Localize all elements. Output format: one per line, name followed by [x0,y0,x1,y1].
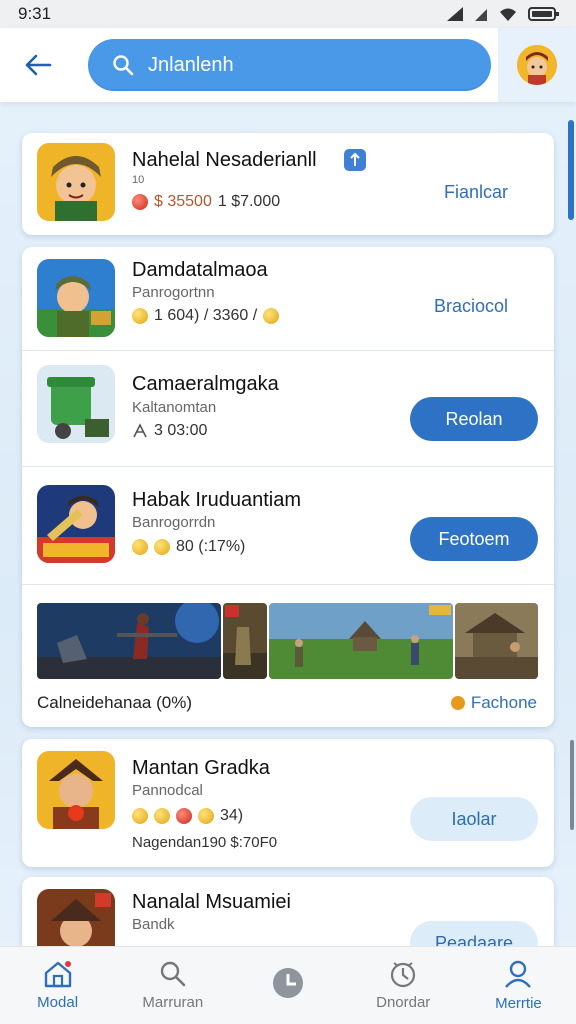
app-icon [37,143,115,221]
status-icons [446,6,560,22]
search-bar[interactable]: Jnlanlenh [88,39,491,91]
app-meta-text: 3 03:00 [154,422,208,439]
list-item[interactable]: Habak Iruduantiam Banrogorrdn 80 (:17%) … [22,467,554,585]
gallery-action-label: Fachone [470,693,537,712]
back-arrow-icon [25,54,52,76]
app-meta-text: 34) [220,807,244,824]
app-meta-rest: 1 $7.000 [217,193,281,210]
gallery-caption: Calneidehanaa (0%) [37,693,192,712]
avatar [517,45,557,85]
search-icon [160,961,186,987]
app-meta: 1 604) / 3360 / [132,307,280,325]
app-list-group: Damdatalmaoa Panrogortnn 1 604) / 3360 /… [22,247,554,727]
gallery-screenshot[interactable] [455,603,538,679]
app-title: Nanalal Msuamiei [132,891,291,913]
status-bar: 9:31 [0,0,576,28]
app-title: Damdatalmaoa [132,259,268,281]
status-time: 9:31 [18,4,52,23]
app-meta: 3 03:00 [132,422,207,440]
app-title: Mantan Gradka [132,757,270,779]
app-subtitle: Bandk [132,916,175,933]
coin-icon [154,539,170,555]
nav-item-calendar[interactable]: Dnordar [346,947,461,1024]
app-action-link[interactable]: Braciocol [434,296,508,317]
coin-icon [176,808,192,824]
bottom-nav: Modal Marruran Dnordar Merrtie [0,946,576,1024]
nav-item-center[interactable] [230,947,345,1024]
scrollbar-thumb-secondary[interactable] [570,740,574,830]
app-card[interactable]: Mantan Gradka Pannodcal 34) Nagendan190 … [22,739,554,867]
coin-icon [132,308,148,324]
nav-item-search[interactable]: Marruran [115,947,230,1024]
app-meta-text: 80 (:17%) [176,538,246,555]
app-subtitle: Pannodcal [132,782,203,799]
nav-label: Dnordar [376,994,431,1011]
coin-icon [132,539,148,555]
app-subtitle: Kaltanomtan [132,399,217,416]
app-action-link[interactable]: Fianlcar [444,182,508,203]
app-meta: 34) [132,807,243,825]
app-subtitle: Banrogorrdn [132,514,216,531]
screenshot-gallery: Calneidehanaa (0%) Fachone [22,585,554,727]
app-icon [37,751,115,829]
scrollbar-thumb[interactable] [568,120,574,220]
list-item[interactable]: Damdatalmaoa Panrogortnn 1 604) / 3360 /… [22,247,554,351]
gallery-action[interactable]: Fachone [450,693,537,713]
app-title: Nahelal Nesaderianll [132,149,317,171]
gallery-screenshot[interactable] [269,603,453,679]
signal2-icon [475,9,487,21]
search-input[interactable]: Jnlanlenh [148,54,234,77]
gallery-screenshot[interactable] [223,603,267,679]
app-meta-text: 1 604) / 3360 / [154,307,258,324]
price-tag-icon [132,194,148,210]
app-title: Camaeralmgaka [132,373,279,395]
list-item[interactable]: Camaeralmgaka Kaltanomtan 3 03:00 Reolan [22,351,554,467]
app-meta-secondary: Nagendan190 $:70F0 [132,834,278,851]
coin-icon [263,308,280,324]
app-subtitle: Panrogortnn [132,284,215,301]
nav-label: Merrtie [495,995,542,1012]
play-icon [450,696,465,710]
wifi-icon [500,8,516,21]
app-action-button[interactable]: Feotoem [410,517,538,561]
nav-label: Modal [37,994,79,1011]
app-action-button[interactable]: Reolan [410,397,538,441]
coin-icon [132,808,148,824]
back-button[interactable] [20,48,56,82]
coin-icon [154,808,170,824]
clock-icon [273,967,303,998]
nav-label: Marruran [142,994,204,1011]
avatar-button[interactable] [498,28,576,102]
battery-icon [528,7,559,21]
nav-item-profile[interactable]: Merrtie [461,947,576,1024]
gallery-screenshot[interactable] [37,603,221,679]
profile-icon [505,960,532,988]
app-title: Habak Iruduantiam [132,489,301,511]
sparkle-icon [133,423,147,438]
app-subtitle: 10 [132,174,145,186]
coin-icon [198,808,214,824]
verified-badge-icon [344,149,366,171]
app-icon [37,259,115,337]
app-price: $ 35500 [154,193,212,210]
app-action-button[interactable]: Iaolar [410,797,538,841]
home-icon [44,961,71,988]
app-meta: 80 (:17%) [132,538,245,556]
calendar-icon [391,962,416,988]
top-bar: Jnlanlenh [0,28,576,102]
signal-icon [447,7,463,21]
app-meta: $ 35500 1 $7.000 [132,193,280,211]
app-icon [37,485,115,563]
search-icon [113,55,134,76]
app-card[interactable]: Nahelal Nesaderianll 10 $ 35500 1 $7.000… [22,133,554,235]
app-icon [37,365,115,443]
nav-item-home[interactable]: Modal [0,947,115,1024]
